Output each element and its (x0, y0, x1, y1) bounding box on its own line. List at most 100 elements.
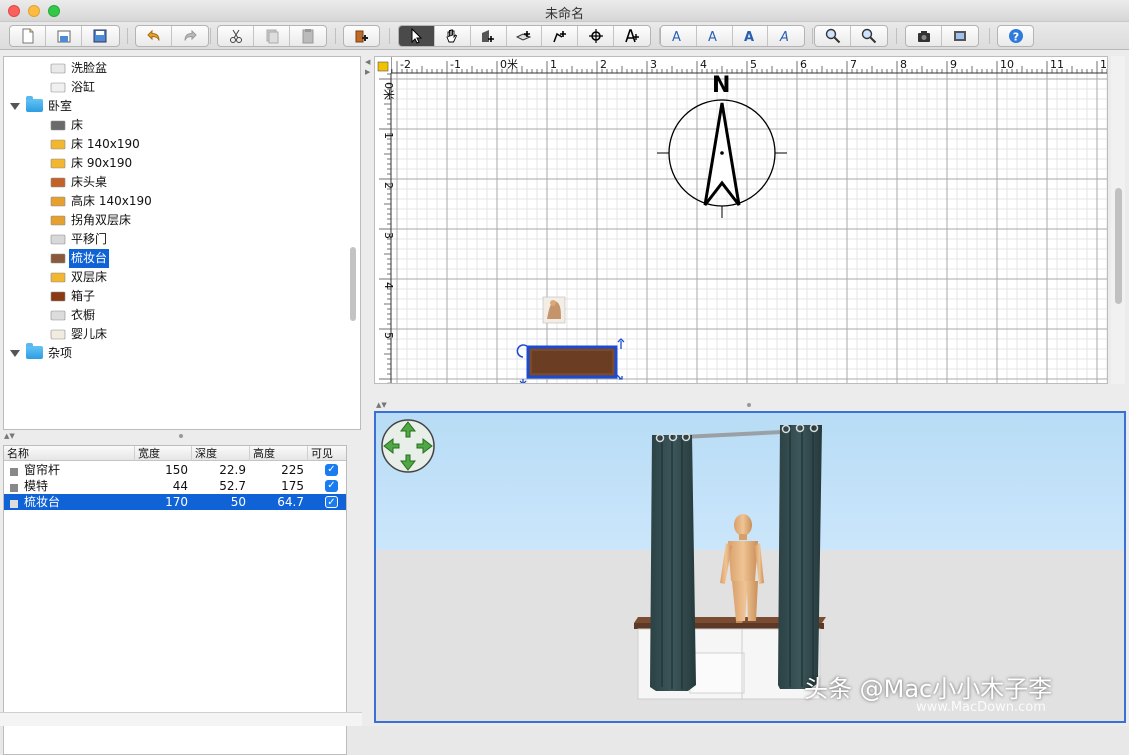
y-ruler-label: 0米 (382, 82, 395, 100)
cell-height: 64.7 (277, 495, 304, 509)
catalog-item[interactable]: 床 (4, 116, 344, 135)
catalog-item[interactable]: 床 90x190 (4, 154, 344, 173)
visible-checkbox[interactable]: ✓ (325, 496, 338, 508)
column-header-name[interactable]: 名称 (4, 446, 135, 461)
save-file-button[interactable] (82, 26, 118, 46)
create-photo-button[interactable] (906, 26, 942, 46)
text-style-2-button[interactable]: A (697, 26, 733, 46)
undo-redo-group (135, 25, 209, 47)
wardrobe-icon (49, 308, 67, 323)
catalog-item[interactable]: 高床 140x190 (4, 192, 344, 211)
x-ruler-label: 0米 (500, 58, 518, 71)
table-row[interactable]: 模特 44 52.7 175 ✓ (4, 478, 346, 494)
x-ruler[interactable]: -2-10米123456789101112 (375, 57, 1108, 74)
catalog-item-label: 床 90x190 (71, 156, 133, 170)
cut-button[interactable] (218, 26, 254, 46)
catalog-item[interactable]: 梳妆台 (4, 249, 344, 268)
svg-text:A: A (779, 30, 789, 44)
mannequin-icon (8, 481, 20, 492)
create-polylines-icon (553, 31, 566, 43)
left-pane-splitter[interactable]: ▲▼ (0, 432, 362, 440)
bunk-bed-icon (49, 270, 67, 285)
table-row[interactable]: 窗帘杆 150 22.9 225 ✓ (4, 462, 346, 478)
table-row[interactable]: 梳妆台 170 50 64.7 ✓ (4, 494, 346, 510)
copy-button[interactable] (254, 26, 290, 46)
x-ruler-label: 11 (1050, 58, 1064, 71)
create-dimensions-button[interactable] (578, 26, 615, 46)
new-file-button[interactable] (10, 26, 46, 46)
create-polylines-button[interactable] (542, 26, 579, 46)
catalog-item[interactable]: 床 140x190 (4, 135, 344, 154)
add-text-button[interactable] (614, 26, 650, 46)
navigation-arrows-icon[interactable] (381, 419, 435, 473)
catalog-item[interactable]: 衣橱 (4, 306, 344, 325)
catalog-item[interactable]: 拐角双层床 (4, 211, 344, 230)
y-ruler-label: 6 (382, 382, 395, 384)
column-header-width[interactable]: 宽度 (135, 446, 192, 461)
zoom-out-button[interactable] (851, 26, 887, 46)
plan-vertical-scrollbar[interactable] (1111, 56, 1125, 384)
paste-button[interactable] (290, 26, 326, 46)
cell-name: 模特 (24, 479, 49, 493)
curtain-left-3d[interactable] (650, 432, 696, 692)
text-style-1-button[interactable]: A (661, 26, 697, 46)
create-rooms-button[interactable] (507, 26, 543, 46)
svg-text:A: A (744, 30, 754, 44)
catalog-item-label: 梳妆台 (69, 249, 110, 268)
open-file-button[interactable] (46, 26, 82, 46)
select-mode-button[interactable] (399, 26, 435, 46)
visible-checkbox[interactable]: ✓ (325, 480, 338, 492)
app-window: 未命名 A A A A ? 洗脸盆 浴缸 卧室 床 床 140x190 床 90… (0, 0, 1129, 755)
text-style-bold-button[interactable]: A (733, 26, 769, 46)
catalog-scrollbar[interactable] (350, 247, 356, 321)
disclosure-triangle-icon[interactable] (10, 350, 20, 357)
table-horizontal-scrollbar[interactable] (0, 712, 362, 726)
main-splitter[interactable]: ◀ ▶ (362, 56, 374, 384)
zoom-in-button[interactable] (815, 26, 851, 46)
washbasin-icon (49, 61, 67, 76)
create-dimensions-icon (588, 29, 603, 43)
disclosure-triangle-icon[interactable] (10, 103, 20, 110)
pan-mode-button[interactable] (435, 26, 471, 46)
catalog-item[interactable]: 杂项 (4, 343, 344, 363)
cell-width: 150 (165, 463, 188, 477)
curtain-right-3d[interactable] (778, 423, 822, 690)
dressing-table-icon (8, 497, 20, 508)
catalog-item-label: 床 (71, 118, 84, 132)
catalog-item[interactable]: 箱子 (4, 287, 344, 306)
y-ruler-label: 3 (382, 232, 395, 239)
catalog-item[interactable]: 双层床 (4, 268, 344, 287)
catalog-item-label: 洗脸盆 (71, 61, 108, 75)
plan-3d-splitter[interactable]: ▲▼ (374, 401, 1126, 409)
x-ruler-label: 9 (950, 58, 957, 71)
y-ruler-label: 4 (382, 282, 395, 289)
dressing-table-plan-item[interactable] (516, 338, 625, 384)
catalog-item[interactable]: 浴缸 (4, 78, 344, 97)
svg-text:A: A (708, 30, 717, 44)
add-furniture-button[interactable] (344, 26, 379, 46)
chest-icon (49, 289, 67, 304)
catalog-item[interactable]: 卧室 (4, 96, 344, 116)
create-walls-button[interactable] (471, 26, 507, 46)
catalog-item[interactable]: 床头桌 (4, 173, 344, 192)
redo-button[interactable] (172, 26, 208, 46)
x-ruler-label: 1 (550, 58, 557, 71)
text-style-bold-icon: A (744, 30, 754, 44)
create-video-button[interactable] (942, 26, 978, 46)
column-header-height[interactable]: 高度 (250, 446, 308, 461)
column-header-depth[interactable]: 深度 (192, 446, 250, 461)
cell-height: 225 (281, 463, 304, 477)
mannequin-plan-item[interactable] (542, 296, 566, 324)
catalog-item[interactable]: 平移门 (4, 230, 344, 249)
add-furniture-icon (355, 30, 368, 43)
plan-canvas[interactable]: -2-10米1234567891011120米123456N (375, 57, 1108, 384)
visible-checkbox[interactable]: ✓ (325, 464, 338, 476)
undo-button[interactable] (136, 26, 172, 46)
plan-view[interactable]: -2-10米1234567891011120米123456N (374, 56, 1108, 384)
catalog-item[interactable]: 婴儿床 (4, 325, 344, 344)
text-style-italic-button[interactable]: A (768, 26, 804, 46)
x-ruler-label: 7 (850, 58, 857, 71)
catalog-item[interactable]: 洗脸盆 (4, 59, 344, 78)
column-header-visible[interactable]: 可见 (308, 446, 346, 461)
help-button[interactable]: ? (998, 26, 1033, 46)
